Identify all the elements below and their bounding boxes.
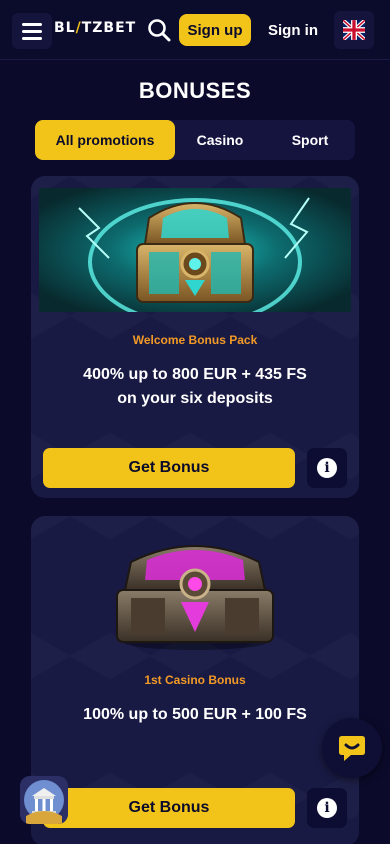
promo-avatar[interactable] xyxy=(20,776,68,824)
tab-all-promotions[interactable]: All promotions xyxy=(35,120,175,160)
sign-up-button[interactable]: Sign up xyxy=(179,14,251,46)
search-icon[interactable] xyxy=(146,17,172,43)
teal-treasure-chest-image xyxy=(39,188,351,312)
bonus-card: 1st Casino Bonus 100% up to 500 EUR + 10… xyxy=(31,516,359,844)
magenta-treasure-chest-image xyxy=(39,528,351,652)
bonus-label: Welcome Bonus Pack xyxy=(132,333,258,347)
promotion-tabs: All promotions Casino Sport xyxy=(35,120,355,160)
bonus-card: Welcome Bonus Pack 400% up to 800 EUR + … xyxy=(31,176,359,498)
info-button[interactable]: i xyxy=(307,448,347,488)
menu-button[interactable] xyxy=(12,13,52,49)
get-bonus-button[interactable]: Get Bonus xyxy=(43,788,295,828)
menu-icon xyxy=(22,22,42,26)
info-button[interactable]: i xyxy=(307,788,347,828)
temple-icon xyxy=(20,776,68,824)
bonus-title: 400% up to 800 EUR + 435 FS on your six … xyxy=(83,366,307,407)
top-header: BL/TZBET Sign up Sign in xyxy=(0,0,390,60)
tab-sport[interactable]: Sport xyxy=(265,120,355,160)
get-bonus-button[interactable]: Get Bonus xyxy=(43,448,295,488)
bonus-label: 1st Casino Bonus xyxy=(144,673,246,687)
language-button[interactable] xyxy=(334,11,374,49)
live-chat-button[interactable] xyxy=(322,718,382,778)
brand-logo[interactable]: BL/TZBET xyxy=(54,20,136,36)
bonus-title: 100% up to 500 EUR + 100 FS xyxy=(83,706,307,723)
uk-flag-icon xyxy=(343,20,365,40)
chat-bubble-icon xyxy=(339,736,365,761)
sign-in-button[interactable]: Sign in xyxy=(262,14,324,46)
info-icon: i xyxy=(317,458,337,478)
page-title: BONUSES xyxy=(138,78,252,103)
info-icon: i xyxy=(317,798,337,818)
tab-casino[interactable]: Casino xyxy=(175,120,265,160)
